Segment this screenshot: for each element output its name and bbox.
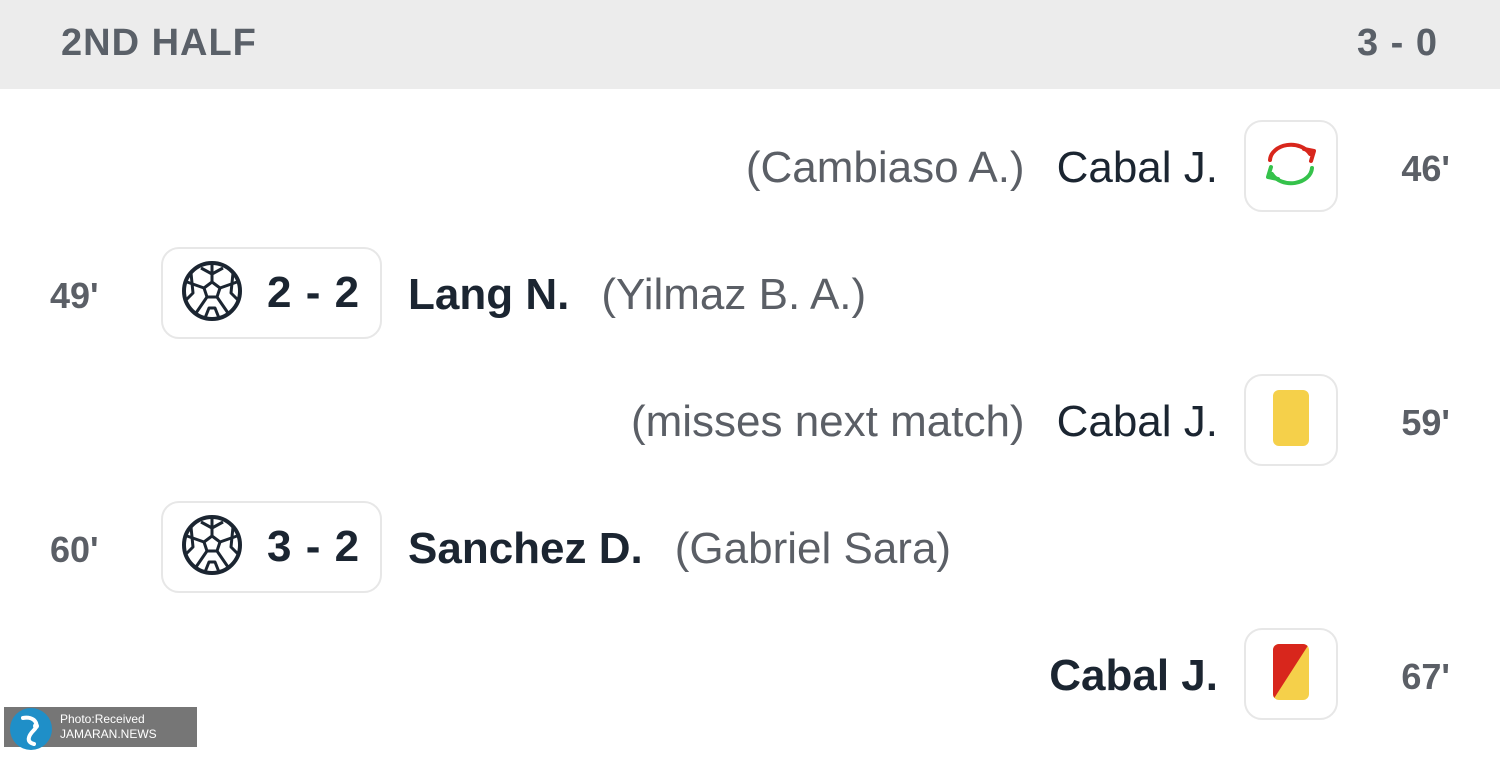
player-name[interactable]: Lang N. xyxy=(408,270,569,319)
goal-score: 2 - 2 xyxy=(267,268,361,317)
event-icon-box: 3 - 2 xyxy=(161,501,382,593)
event-detail: (Cambiaso A.) xyxy=(745,143,1025,192)
event-row[interactable]: 60' 3 - 2 Sanchez D. (Gabriel Sara) xyxy=(0,501,1500,597)
watermark: Photo:Received JAMARAN.NEWS xyxy=(4,707,197,750)
player-line: Sanchez D. (Gabriel Sara) xyxy=(408,523,951,575)
yellow-card-icon xyxy=(1271,388,1311,453)
player-name[interactable]: Cabal J. xyxy=(1049,651,1218,700)
substitution-icon xyxy=(1260,138,1322,195)
soccer-ball-icon xyxy=(181,260,243,327)
event-minute: 46' xyxy=(1401,148,1450,189)
event-row[interactable]: Cabal J. 67' xyxy=(0,628,1500,724)
event-minute: 60' xyxy=(50,529,99,570)
event-icon-box xyxy=(1244,628,1338,720)
event-minute: 49' xyxy=(50,275,99,316)
player-line: Lang N. (Yilmaz B. A.) xyxy=(408,269,866,321)
player-line: Cabal J. xyxy=(1049,650,1218,702)
player-line: (misses next match) Cabal J. xyxy=(631,396,1218,448)
event-icon-box: 2 - 2 xyxy=(161,247,382,339)
player-name[interactable]: Cabal J. xyxy=(1057,397,1218,446)
event-row[interactable]: (Cambiaso A.) Cabal J. 46' xyxy=(0,120,1500,216)
event-row[interactable]: (misses next match) Cabal J. 59' xyxy=(0,374,1500,470)
player-name[interactable]: Cabal J. xyxy=(1057,143,1218,192)
player-line: (Cambiaso A.) Cabal J. xyxy=(746,142,1218,194)
event-minute: 59' xyxy=(1401,402,1450,443)
watermark-line-2: JAMARAN.NEWS xyxy=(60,727,157,741)
jamaran-logo-icon xyxy=(8,706,54,752)
watermark-text: Photo:Received JAMARAN.NEWS xyxy=(60,712,157,742)
event-icon-box xyxy=(1244,374,1338,466)
soccer-ball-icon xyxy=(181,514,243,581)
event-detail: (Gabriel Sara) xyxy=(674,524,952,573)
second-yellow-red-card-icon xyxy=(1271,642,1311,707)
player-name[interactable]: Sanchez D. xyxy=(408,524,643,573)
section-header: 2ND HALF 3 - 0 xyxy=(0,0,1500,89)
event-detail: (Yilmaz B. A.) xyxy=(601,270,867,319)
event-minute: 67' xyxy=(1401,656,1450,697)
event-icon-box xyxy=(1244,120,1338,212)
event-row[interactable]: 49' 2 - 2 Lang N. (Yilmaz B. A.) xyxy=(0,247,1500,343)
goal-score: 3 - 2 xyxy=(267,522,361,571)
event-detail: (misses next match) xyxy=(630,397,1025,446)
section-score: 3 - 0 xyxy=(1356,22,1438,64)
section-title: 2ND HALF xyxy=(61,22,257,64)
watermark-line-1: Photo:Received xyxy=(60,712,145,726)
